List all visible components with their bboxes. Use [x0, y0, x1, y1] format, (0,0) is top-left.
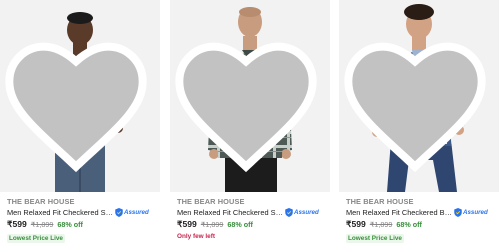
discount-percent: 68% off: [227, 220, 253, 229]
product-image[interactable]: [339, 0, 499, 192]
original-price: ₹1,899: [200, 220, 224, 229]
title-row: Men Relaxed Fit Checkered Spre... Assure…: [177, 207, 327, 217]
assured-label: Assured: [124, 208, 149, 216]
heart-icon[interactable]: [339, 4, 495, 192]
discount-percent: 68% off: [57, 220, 83, 229]
selling-price: ₹599: [7, 219, 27, 229]
original-price: ₹1,899: [369, 220, 393, 229]
shield-icon: [285, 207, 293, 217]
product-card[interactable]: THE BEAR HOUSE Men Relaxed Fit Checkered…: [170, 0, 330, 247]
lowest-price-tag: Lowest Price Live: [346, 234, 404, 243]
product-card[interactable]: THE BEAR HOUSE Men Relaxed Fit Checkered…: [339, 0, 499, 247]
brand-name: THE BEAR HOUSE: [346, 197, 414, 206]
assured-badge: Assured: [115, 207, 149, 217]
brand-name: THE BEAR HOUSE: [7, 197, 75, 206]
lowest-price-tag: Lowest Price Live: [7, 234, 65, 243]
only-few-left-tag: Only few left: [177, 233, 215, 240]
product-title[interactable]: Men Relaxed Fit Checkered Butt...: [346, 208, 452, 217]
product-grid: THE BEAR HOUSE Men Relaxed Fit Checkered…: [0, 0, 500, 247]
assured-badge: Assured: [454, 207, 488, 217]
price-row: ₹599 ₹1,899 68% off: [177, 219, 253, 230]
product-card[interactable]: THE BEAR HOUSE Men Relaxed Fit Checkered…: [0, 0, 160, 247]
discount-percent: 68% off: [396, 220, 422, 229]
product-image[interactable]: [170, 0, 330, 192]
product-image[interactable]: [0, 0, 160, 192]
product-title[interactable]: Men Relaxed Fit Checkered Spre...: [177, 208, 283, 217]
title-row: Men Relaxed Fit Checkered Spre... Assure…: [7, 207, 157, 217]
shield-icon: [454, 207, 462, 217]
title-row: Men Relaxed Fit Checkered Butt... Assure…: [346, 207, 496, 217]
original-price: ₹1,899: [30, 220, 54, 229]
heart-icon[interactable]: [170, 4, 326, 192]
assured-badge: Assured: [285, 207, 319, 217]
assured-label: Assured: [463, 208, 488, 216]
selling-price: ₹599: [177, 219, 197, 229]
price-row: ₹599 ₹1,899 68% off: [7, 219, 83, 230]
price-row: ₹599 ₹1,899 68% off: [346, 219, 422, 230]
brand-name: THE BEAR HOUSE: [177, 197, 245, 206]
product-title[interactable]: Men Relaxed Fit Checkered Spre...: [7, 208, 113, 217]
heart-icon[interactable]: [0, 4, 156, 192]
selling-price: ₹599: [346, 219, 366, 229]
shield-icon: [115, 207, 123, 217]
assured-label: Assured: [294, 208, 319, 216]
